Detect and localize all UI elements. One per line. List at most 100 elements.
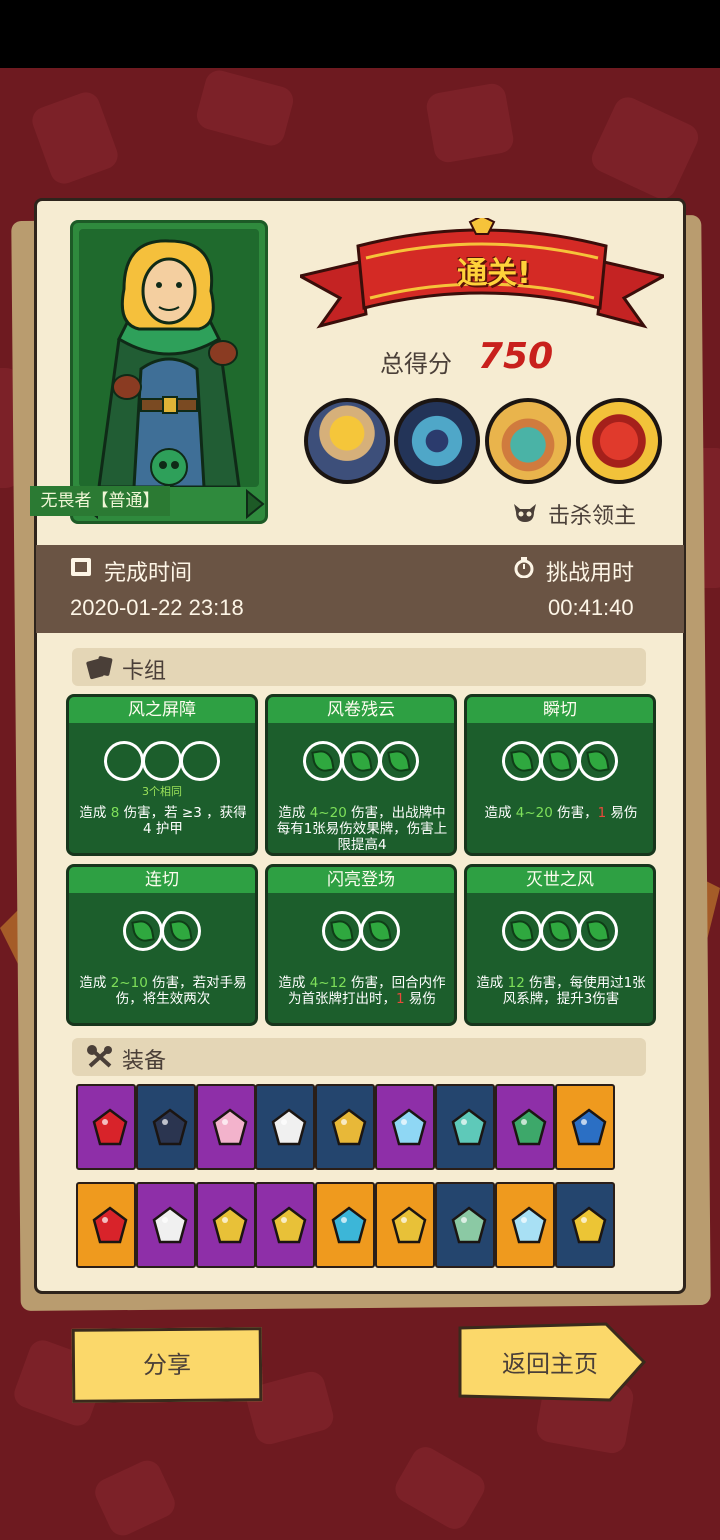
card-cost-orbs [268, 741, 454, 785]
card-cost-orbs [467, 911, 653, 955]
demon-mask-icon [92, 1206, 128, 1244]
stopwatch-icon [514, 557, 534, 578]
equipment-slot[interactable] [434, 1084, 495, 1170]
card-requirement: 3个相同 [142, 785, 182, 798]
card-description: 造成 12 伤害，每使用过1张风系牌，提升3伤害 [473, 975, 649, 1007]
deck-card[interactable]: 闪亮登场 造成 4~12 伤害，回合内作为首张牌打出时，1 易伤 [265, 864, 457, 1026]
challenge-time-label: 挑战用时 [546, 561, 635, 586]
wind-orb-icon [502, 911, 542, 951]
equipment-slot[interactable] [195, 1182, 256, 1268]
ruby-gem-icon [92, 1108, 128, 1146]
wind-orb-icon [578, 741, 618, 781]
deck-card[interactable]: 风卷残云 造成 4~20 伤害，出战牌中每有1张易伤效果牌，伤害上限提高4 [265, 694, 457, 856]
card-description-part: 4~12 [309, 975, 347, 991]
cards-icon [86, 656, 113, 680]
card-description-part: 伤害，若对手 [147, 975, 234, 991]
leaf-icon [548, 748, 572, 774]
wind-orb-icon [123, 911, 163, 951]
sapphire-amulet-icon [331, 1206, 367, 1244]
equipment-row-2 [76, 1182, 644, 1268]
blue-diamond-icon [391, 1108, 427, 1146]
deck-card[interactable]: 连切 造成 2~10 伤害，若对手易伤，将生效两次 [66, 864, 258, 1026]
equipment-slot[interactable] [315, 1182, 376, 1268]
equipment-slot[interactable] [494, 1182, 555, 1268]
boss-portrait-4[interactable] [576, 398, 662, 484]
equipment-slot[interactable] [76, 1182, 136, 1268]
equipment-slot[interactable] [76, 1084, 136, 1170]
cursed-scroll-icon [152, 1206, 188, 1244]
wind-orb-icon [303, 741, 343, 781]
wind-orb-icon [360, 911, 400, 951]
skull-dagger-icon [272, 1108, 307, 1146]
wind-orb-icon [502, 741, 542, 781]
kill-lords-label: 击杀领主 [548, 504, 637, 529]
top-hat-icon [152, 1108, 188, 1146]
pink-crystal-icon [212, 1108, 248, 1146]
equipment-slot[interactable] [135, 1084, 196, 1170]
leaf-icon [510, 918, 534, 944]
equipment-slot[interactable] [255, 1084, 316, 1170]
card-description-part: ≥3 ，获得 [181, 805, 247, 821]
equipment-slot[interactable] [494, 1084, 555, 1170]
equipment-slot[interactable] [195, 1084, 256, 1170]
wind-orb-icon [341, 741, 381, 781]
card-description: 造成 8 伤害，若 ≥3 ，获得 4 护甲 [75, 805, 251, 837]
deck-card[interactable]: 灭世之风造成 12 伤害，每使用过1张风系牌，提升3伤害 [464, 864, 656, 1026]
card-description: 造成 4~12 伤害，回合内作为首张牌打出时，1 易伤 [274, 975, 450, 1007]
equipment-slot[interactable] [255, 1182, 316, 1268]
equipment-slot[interactable] [315, 1084, 376, 1170]
equipment-slot[interactable] [135, 1182, 196, 1268]
card-description-part: 伤害， [552, 805, 598, 821]
boss-portrait-2[interactable] [394, 398, 480, 484]
deck-card[interactable]: 瞬切 造成 4~20 伤害，1 易伤 [464, 694, 656, 856]
gold-ring-icon [212, 1206, 248, 1244]
card-title: 风卷残云 [327, 700, 395, 720]
hero-card[interactable] [70, 220, 268, 524]
card-description-part: 护甲 [151, 821, 183, 837]
wind-orb-icon [578, 911, 618, 951]
leaf-icon [368, 918, 392, 944]
boss-portrait-3[interactable] [485, 398, 571, 484]
hero-name: 无畏者【普通】 [30, 486, 170, 516]
leaf-icon [586, 748, 610, 774]
card-cost-orbs [69, 911, 255, 955]
golden-helmet-icon [331, 1108, 367, 1146]
deck-card[interactable]: 风之屏障 3个相同 造成 8 伤害，若 ≥3 ，获得 4 护甲 [66, 694, 258, 856]
equipment-slot[interactable] [375, 1084, 436, 1170]
total-score-label: 总得分 [380, 350, 452, 378]
status-bar [0, 0, 720, 68]
challenge-time-value: 00:41:40 [548, 595, 634, 620]
equipment-slot[interactable] [554, 1084, 615, 1170]
emerald-bracelet-icon [451, 1206, 487, 1244]
card-description-part: 1 [396, 991, 405, 1007]
hero-portrait [79, 229, 259, 487]
card-description-part: 造成 [278, 975, 310, 991]
card-description-part: 风系牌，提升3伤害 [502, 991, 620, 1007]
card-title: 灭世之风 [526, 870, 594, 890]
card-description-part: 2~10 [110, 975, 148, 991]
leaf-icon [586, 918, 610, 944]
card-description-part: 4~20 [515, 805, 553, 821]
card-cost-orbs [467, 741, 653, 785]
card-description-part: 12 [507, 975, 525, 991]
equipment-slot[interactable] [434, 1182, 495, 1268]
card-description-part: 8 [110, 805, 120, 821]
wind-orb-icon [540, 911, 580, 951]
empty-orb-icon [104, 741, 144, 781]
wind-orb-icon [161, 911, 201, 951]
boss-portrait-1[interactable] [304, 398, 390, 484]
card-description-part: 造成 [79, 805, 111, 821]
equipment-slot[interactable] [554, 1182, 615, 1268]
home-button[interactable]: 返回主页 [470, 1336, 630, 1392]
card-description-part: 造成 [278, 805, 310, 821]
equipment-slot[interactable] [375, 1182, 436, 1268]
crossed-tools-icon [87, 1045, 112, 1068]
leaf-icon [387, 748, 411, 774]
card-title: 连切 [145, 870, 179, 890]
share-button[interactable]: 分享 [71, 1327, 263, 1403]
leaf-icon [311, 748, 335, 774]
leaf-icon [349, 748, 373, 774]
card-description: 造成 4~20 伤害，1 易伤 [473, 805, 649, 821]
crystal-shard-icon [511, 1206, 547, 1244]
equipment-row-1 [76, 1084, 644, 1170]
